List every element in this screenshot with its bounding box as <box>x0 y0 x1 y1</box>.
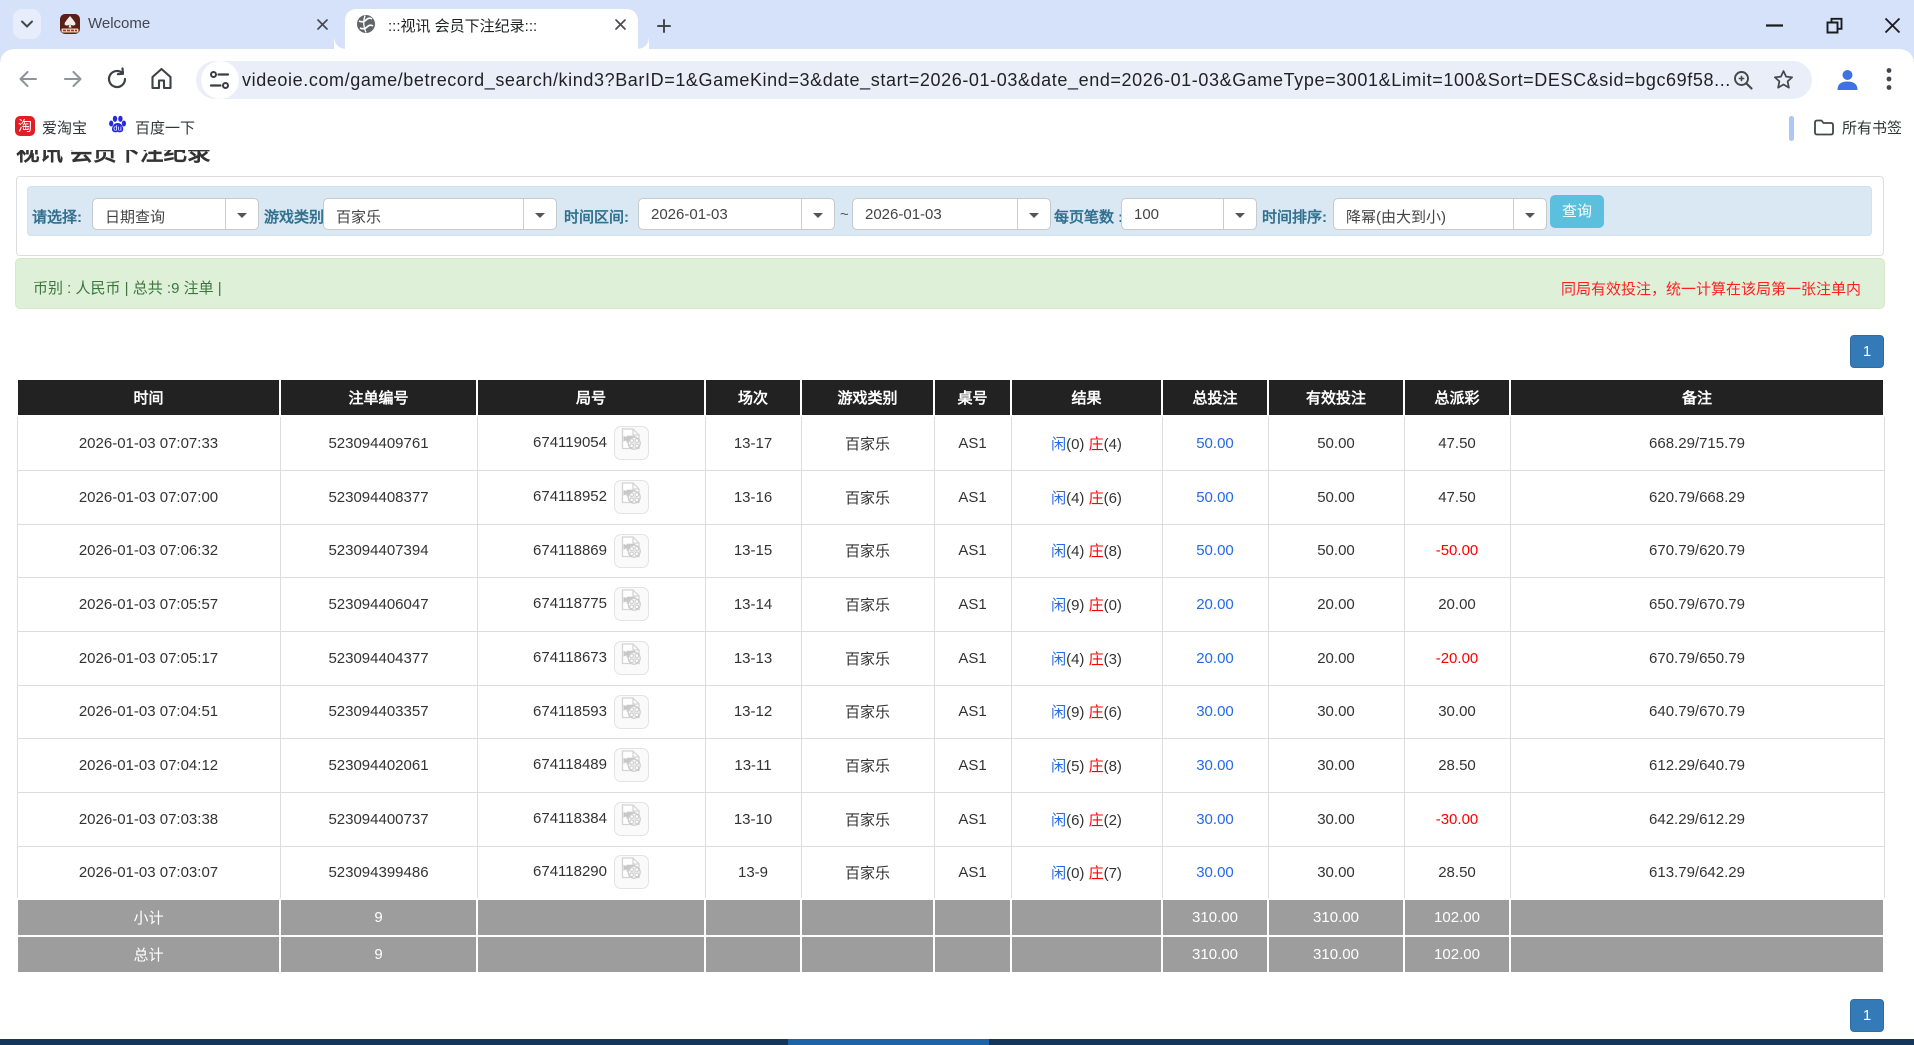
svg-text:du: du <box>113 124 121 133</box>
